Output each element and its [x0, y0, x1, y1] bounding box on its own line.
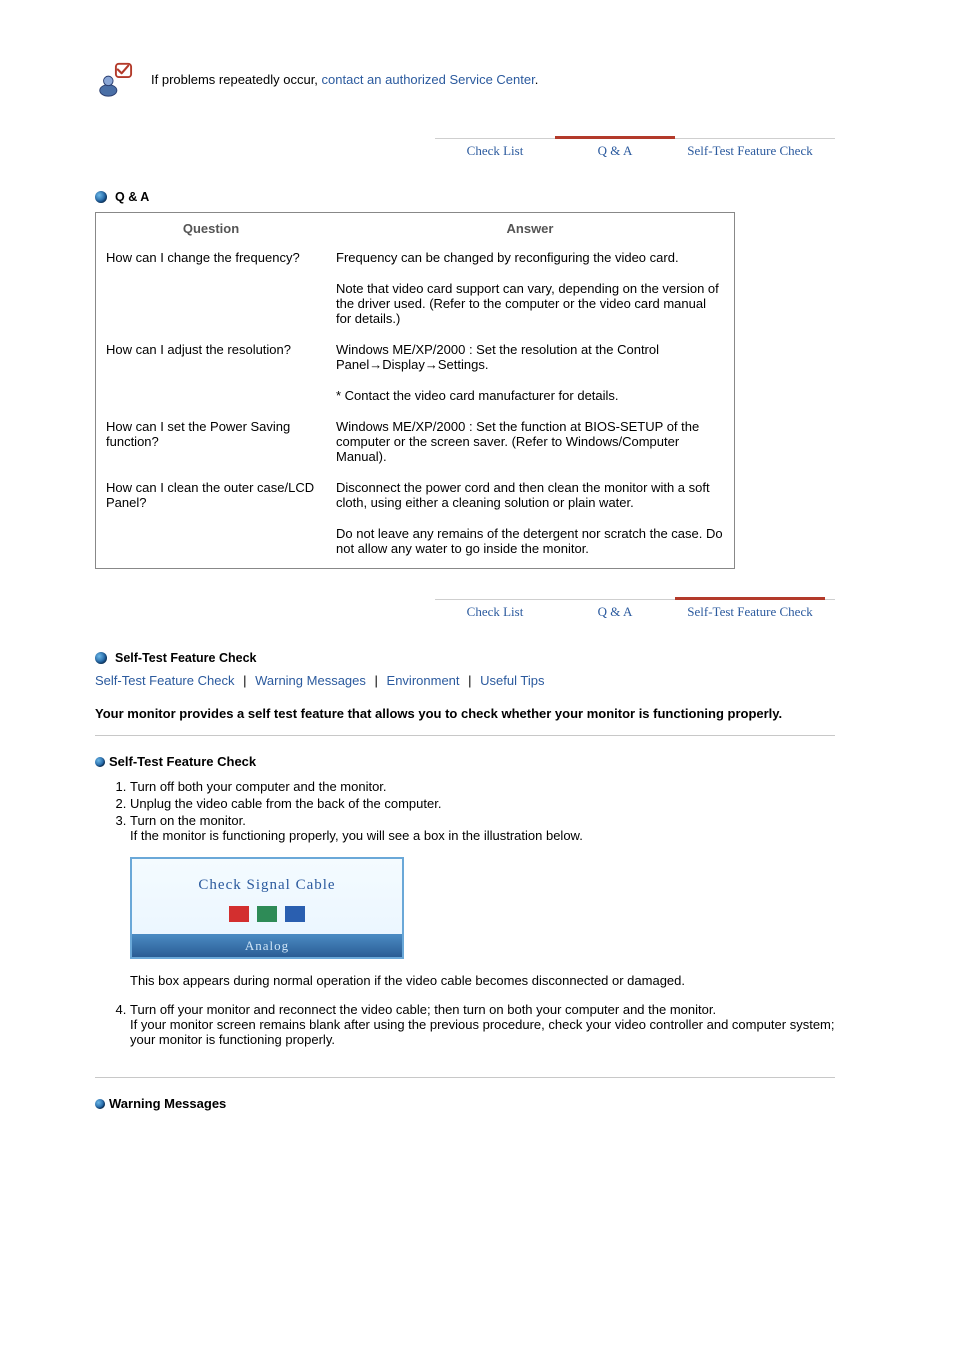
a-cell: Windows ME/XP/2000 : Set the function at… [326, 415, 735, 476]
qa-heading-text: Q & A [115, 190, 149, 204]
q-cell: How can I clean the outer case/LCD Panel… [96, 476, 327, 569]
divider [95, 735, 835, 736]
a-cell: Disconnect the power cord and then clean… [326, 476, 735, 522]
table-row: How can I set the Power Saving function?… [96, 415, 735, 476]
swatch-green [257, 906, 277, 922]
warning-messages-text: Warning Messages [109, 1096, 226, 1111]
signal-box-title: Check Signal Cable [132, 877, 402, 894]
link-environment[interactable]: Environment [387, 673, 460, 688]
link-useful-tips[interactable]: Useful Tips [480, 673, 544, 688]
list-item: Turn on the monitor. If the monitor is f… [130, 813, 835, 988]
bullet-icon [95, 757, 105, 767]
a-cell: Do not leave any remains of the detergen… [326, 522, 735, 569]
tab-self-test[interactable]: Self-Test Feature Check [675, 597, 825, 623]
self-test-heading-text: Self-Test Feature Check [115, 651, 256, 665]
rgb-swatches [132, 906, 402, 922]
tab-self-test[interactable]: Self-Test Feature Check [675, 137, 825, 162]
service-center-link[interactable]: contact an authorized Service Center [322, 72, 535, 87]
tabs-top: Check List Q & A Self-Test Feature Check [435, 138, 835, 162]
a-cell: Windows ME/XP/2000 : Set the resolution … [326, 338, 735, 384]
list-item: Turn off both your computer and the moni… [130, 779, 835, 794]
list-item: Unplug the video cable from the back of … [130, 796, 835, 811]
tab-qa[interactable]: Q & A [555, 136, 675, 162]
self-test-steps: Turn off both your computer and the moni… [95, 779, 835, 1047]
step-3-extra: If the monitor is functioning properly, … [130, 828, 835, 843]
signal-box-footer: Analog [132, 934, 402, 957]
tab-check-list[interactable]: Check List [435, 137, 555, 162]
check-signal-cable-box: Check Signal Cable Analog [130, 857, 404, 959]
a-cell: * Contact the video card manufacturer fo… [326, 384, 735, 415]
separator: | [243, 673, 246, 688]
self-test-sublinks: Self-Test Feature Check | Warning Messag… [95, 673, 835, 688]
intro-row: If problems repeatedly occur, contact an… [95, 60, 835, 98]
step-1: Turn off both your computer and the moni… [130, 779, 387, 794]
self-test-intro: Your monitor provides a self test featur… [95, 706, 835, 721]
link-warning-messages[interactable]: Warning Messages [255, 673, 366, 688]
separator: | [468, 673, 471, 688]
q-cell: How can I adjust the resolution? [96, 338, 327, 415]
intro-prefix: If problems repeatedly occur, [151, 72, 322, 87]
self-test-heading: Self-Test Feature Check [95, 651, 835, 665]
service-icon [95, 60, 133, 98]
warning-messages-subhead: Warning Messages [95, 1096, 835, 1111]
list-item: Turn off your monitor and reconnect the … [130, 1002, 835, 1047]
a-cell: Frequency can be changed by reconfigurin… [326, 246, 735, 277]
intro-suffix: . [535, 72, 539, 87]
step-4-extra: If your monitor screen remains blank aft… [130, 1017, 835, 1047]
separator: | [375, 673, 378, 688]
table-row: How can I clean the outer case/LCD Panel… [96, 476, 735, 522]
bullet-icon [95, 652, 107, 664]
after-box-text: This box appears during normal operation… [130, 973, 835, 988]
tab-check-list[interactable]: Check List [435, 598, 555, 623]
link-self-test[interactable]: Self-Test Feature Check [95, 673, 234, 688]
bullet-icon [95, 1099, 105, 1109]
intro-text: If problems repeatedly occur, contact an… [151, 72, 538, 87]
col-question: Question [96, 213, 327, 247]
tabs-bottom: Check List Q & A Self-Test Feature Check [435, 599, 835, 623]
bullet-icon [95, 191, 107, 203]
step-4: Turn off your monitor and reconnect the … [130, 1002, 716, 1017]
tab-qa[interactable]: Q & A [555, 598, 675, 623]
table-row: How can I change the frequency? Frequenc… [96, 246, 735, 277]
q-cell: How can I set the Power Saving function? [96, 415, 327, 476]
swatch-blue [285, 906, 305, 922]
step-2: Unplug the video cable from the back of … [130, 796, 441, 811]
divider [95, 1077, 835, 1078]
qa-heading: Q & A [95, 190, 835, 204]
self-test-subhead: Self-Test Feature Check [95, 754, 835, 769]
swatch-red [229, 906, 249, 922]
step-3: Turn on the monitor. [130, 813, 246, 828]
a-cell: Note that video card support can vary, d… [326, 277, 735, 338]
col-answer: Answer [326, 213, 735, 247]
self-test-subhead-text: Self-Test Feature Check [109, 754, 256, 769]
q-cell: How can I change the frequency? [96, 246, 327, 338]
qa-table: Question Answer How can I change the fre… [95, 212, 735, 569]
table-row: How can I adjust the resolution? Windows… [96, 338, 735, 384]
